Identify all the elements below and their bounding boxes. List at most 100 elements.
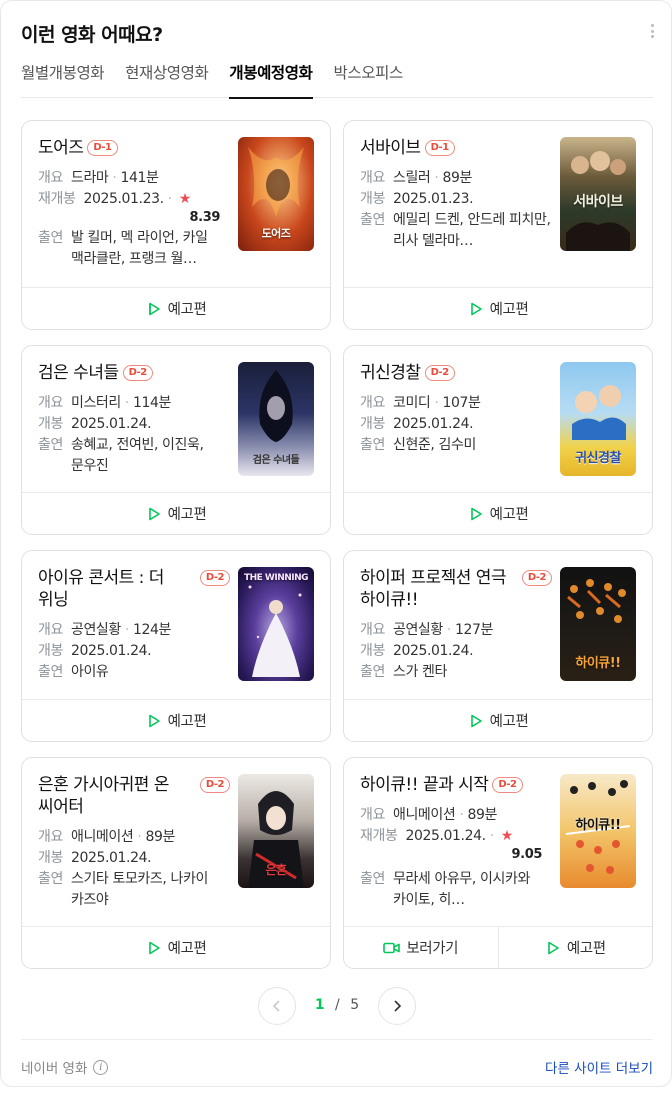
trailer-button[interactable]: 예고편 [22, 288, 330, 329]
movie-card: 검은 수녀들 D-2 개요 미스터리 · 114분 개봉 2025.01.24. 출연 송혜… [21, 345, 331, 535]
cast: 송혜교, 전여빈, 이진욱, 문우진 [70, 437, 204, 474]
release-date: 2025.01.24. [392, 416, 474, 432]
runtime: 141분 [120, 170, 159, 186]
movie-poster[interactable]: THE WINNING [238, 567, 314, 681]
runtime: 127분 [454, 622, 493, 638]
movie-card: 귀신경찰 D-2 개요 코미디 · 107분 개봉 2025.01.24. 출연 신현준, … [343, 345, 653, 535]
release-date: 2025.01.24. [392, 643, 474, 659]
genre: 공연실황 [392, 622, 443, 638]
trailer-label: 예고편 [167, 941, 207, 957]
runtime: 89분 [467, 807, 497, 823]
movie-title[interactable]: 하이퍼 프로젝션 연극 하이큐!! D-2 [360, 567, 552, 611]
tab-now-showing[interactable]: 현재상영영화 [125, 55, 209, 98]
trailer-label: 예고편 [489, 507, 529, 523]
total-pages: 5 [350, 997, 360, 1013]
dday-badge: D-2 [122, 365, 153, 381]
release-date: 2025.01.24. [405, 828, 486, 844]
trailer-button[interactable]: 예고편 [344, 288, 652, 329]
play-icon [148, 507, 160, 520]
trailer-button[interactable]: 예고편 [497, 927, 653, 968]
trailer-button[interactable]: 예고편 [22, 927, 330, 968]
runtime: 107분 [442, 395, 481, 411]
movie-title[interactable]: 도어즈 D-1 [38, 137, 230, 159]
trailer-label: 예고편 [167, 302, 207, 318]
poster-title: 귀신경찰 [575, 451, 621, 466]
movie-poster[interactable]: 서바이브 [560, 137, 636, 251]
trailer-button[interactable]: 예고편 [344, 493, 652, 534]
movie-card: 하이큐!! 끝과 시작 D-2 개요 애니메이션 · 89분 재개봉 2025.01.24… [343, 757, 653, 969]
play-icon [470, 302, 482, 315]
movie-poster[interactable]: 검은 수녀들 [238, 362, 314, 476]
overview-label: 개요 [38, 829, 63, 845]
info-icon[interactable]: i [93, 1059, 109, 1075]
tab-upcoming[interactable]: 개봉예정영화 [229, 55, 313, 99]
chevron-right-icon [394, 1000, 402, 1012]
release-label: 개봉 [360, 191, 385, 207]
play-icon [470, 507, 482, 520]
page-indicator: 1 / 5 [1, 997, 672, 1013]
trailer-label: 예고편 [489, 302, 529, 318]
cast-label: 출연 [38, 437, 63, 453]
release-date: 2025.01.23. [83, 191, 164, 207]
movie-title[interactable]: 아이유 콘서트 : 더 위닝 D-2 [38, 567, 230, 611]
overview-label: 개요 [360, 622, 385, 638]
trailer-label: 예고편 [489, 714, 529, 730]
genre: 코미디 [392, 395, 431, 411]
runtime: 89분 [442, 170, 472, 186]
cast: 스기타 토모카즈, 나카이 카즈야 [70, 871, 208, 908]
movie-poster[interactable]: 귀신경찰 [560, 362, 636, 476]
movie-poster[interactable]: 도어즈 [238, 137, 314, 251]
category-tabs: 월별개봉영화 현재상영영화 개봉예정영화 박스오피스 [21, 55, 653, 99]
dday-badge: D-2 [521, 570, 552, 586]
cast: 에밀리 드켄, 안드레 피치만, 리사 델라마… [392, 212, 551, 249]
play-icon [548, 941, 559, 954]
genre: 미스터리 [70, 395, 121, 411]
more-options-icon[interactable] [646, 21, 658, 41]
poster-title: 도어즈 [261, 227, 291, 240]
overview-label: 개요 [38, 395, 63, 411]
poster-title: 은혼 [265, 863, 287, 877]
movie-title[interactable]: 귀신경찰 D-2 [360, 362, 552, 384]
star-icon: ★ [500, 828, 514, 844]
runtime: 114분 [132, 395, 171, 411]
genre: 드라마 [70, 170, 109, 186]
release-label: 개봉 [38, 850, 63, 866]
trailer-button[interactable]: 예고편 [22, 493, 330, 534]
overview-label: 개요 [360, 807, 385, 823]
overview-label: 개요 [38, 622, 63, 638]
poster-title: 하이큐!! [575, 818, 621, 833]
dday-badge: D-2 [199, 570, 230, 586]
movie-poster[interactable]: 하이큐!! [560, 774, 636, 888]
movie-poster[interactable]: 하이큐!! [560, 567, 636, 681]
trailer-button[interactable]: 예고편 [22, 700, 330, 741]
poster-title: 검은 수녀들 [252, 455, 300, 466]
video-camera-icon [383, 942, 401, 953]
movie-title[interactable]: 하이큐!! 끝과 시작 D-2 [360, 774, 552, 796]
tab-box-office[interactable]: 박스오피스 [334, 55, 404, 98]
dday-badge: D-1 [87, 140, 118, 156]
trailer-button[interactable]: 예고편 [344, 700, 652, 741]
star-icon: ★ [178, 191, 192, 207]
cast: 무라세 아유무, 이시카와 카이토, 히… [392, 871, 530, 908]
source-label: 네이버 영화 [21, 1061, 88, 1077]
release-label: 개봉 [360, 416, 385, 432]
watch-label: 보러가기 [406, 941, 459, 957]
movie-title[interactable]: 은혼 가시아귀편 온 씨어터 D-2 [38, 774, 230, 818]
watch-button[interactable]: 보러가기 [344, 927, 498, 968]
rating-score: 9.05 [511, 847, 543, 862]
movie-title[interactable]: 검은 수녀들 D-2 [38, 362, 230, 384]
next-page-button[interactable] [378, 987, 416, 1025]
movie-title[interactable]: 서바이브 D-1 [360, 137, 552, 159]
runtime: 124분 [132, 622, 171, 638]
pagination: 1 / 5 [1, 987, 672, 1027]
poster-title: 하이큐!! [575, 656, 621, 671]
release-label: 재개봉 [38, 191, 76, 207]
trailer-label: 예고편 [566, 941, 606, 957]
cast-label: 출연 [38, 664, 63, 680]
movie-poster[interactable]: 은혼 [238, 774, 314, 888]
other-sites-link[interactable]: 다른 사이트 더보기 [545, 1057, 653, 1077]
poster-title: 서바이브 [573, 194, 623, 210]
cast-label: 출연 [360, 871, 385, 887]
tab-monthly[interactable]: 월별개봉영화 [21, 55, 105, 98]
play-icon [148, 941, 160, 954]
